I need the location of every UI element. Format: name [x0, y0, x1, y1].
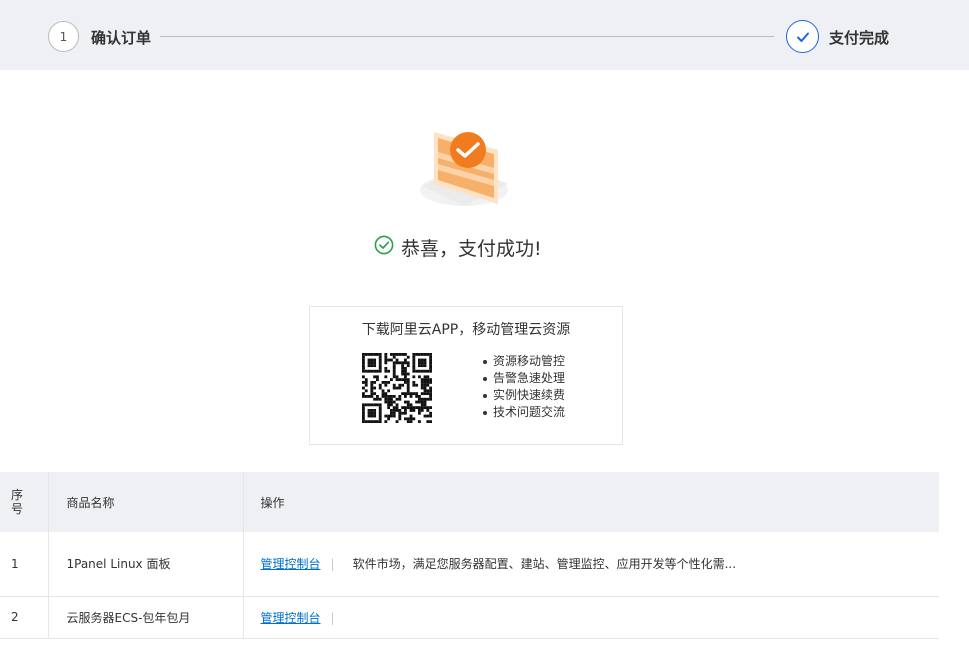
- action-separator: |: [330, 557, 335, 572]
- success-text: 恭喜，支付成功!: [401, 237, 542, 260]
- step-1-label: 确认订单: [91, 29, 152, 47]
- step-2-label: 支付完成: [829, 29, 890, 47]
- product-name: 1Panel Linux 面板: [48, 532, 244, 597]
- order-items-table: 序号 商品名称 操作 1 1Panel Linux 面板 管理控制台 | 软件市场，…: [0, 472, 939, 639]
- row-no: 1: [0, 532, 49, 597]
- table-header-row: 序号 商品名称 操作: [0, 472, 939, 532]
- payment-success-illustration: [412, 118, 516, 218]
- step-connector-line: [160, 36, 774, 37]
- column-header-name: 商品名称: [48, 472, 244, 532]
- app-feature-list: 资源移动管控 告警急速处理 实例快速续费 技术问题交流: [480, 353, 565, 421]
- app-download-card: 下载阿里云APP，移动管理云资源 资源移动管控 告警急速处理 实例快速续费 技术…: [309, 306, 623, 445]
- column-header-op: 操作: [243, 472, 939, 532]
- app-feature-item: 技术问题交流: [480, 404, 565, 421]
- row-no: 2: [0, 596, 49, 639]
- console-link[interactable]: 管理控制台: [261, 557, 321, 571]
- step-2-check-icon: [786, 20, 819, 53]
- progress-steps: 1 确认订单 支付完成: [0, 0, 969, 70]
- action-separator: |: [330, 610, 335, 625]
- product-description: 软件市场，满足您服务器配置、建站、管理监控、应用开发等个性化需...: [352, 557, 737, 572]
- payment-success-message: 恭喜，支付成功!: [374, 234, 542, 260]
- app-feature-item: 资源移动管控: [480, 353, 565, 370]
- app-download-title: 下载阿里云APP，移动管理云资源: [361, 322, 571, 338]
- app-download-qr-code[interactable]: [362, 353, 432, 423]
- table-row: 2 云服务器ECS-包年包月 管理控制台 |: [0, 596, 939, 639]
- step-1-number: 1: [48, 21, 79, 52]
- product-name: 云服务器ECS-包年包月: [48, 596, 244, 639]
- table-row: 1 1Panel Linux 面板 管理控制台 | 软件市场，满足您服务器配置、建站…: [0, 532, 939, 597]
- row-actions: 管理控制台 | 软件市场，满足您服务器配置、建站、管理监控、应用开发等个性化需...: [243, 532, 939, 597]
- success-check-icon: [374, 235, 394, 259]
- console-link[interactable]: 管理控制台: [261, 611, 321, 625]
- column-header-no: 序号: [0, 472, 49, 532]
- app-feature-item: 告警急速处理: [480, 370, 565, 387]
- app-feature-item: 实例快速续费: [480, 387, 565, 404]
- row-actions: 管理控制台 |: [243, 596, 939, 639]
